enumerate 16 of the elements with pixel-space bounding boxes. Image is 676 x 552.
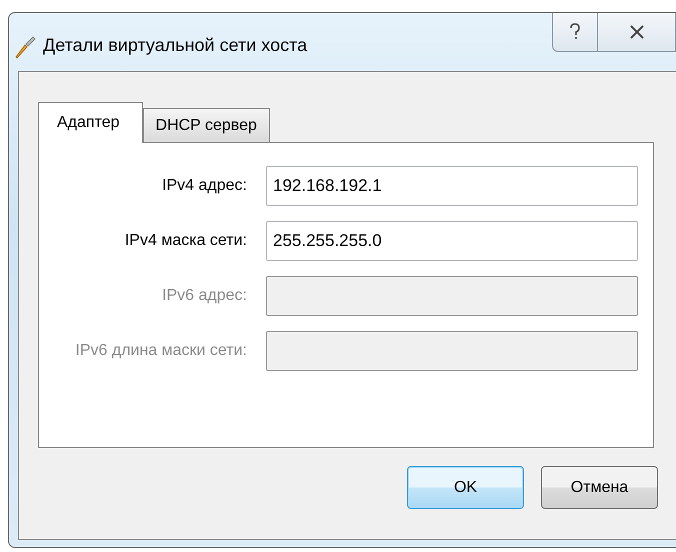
tab[interactable]: DHCP сервер [142,108,270,142]
input-field[interactable]: 255.255.255.0 [266,221,638,261]
dialog-button[interactable]: Отмена [541,466,658,509]
tab[interactable]: Адаптер [38,102,143,143]
help-button[interactable] [552,13,598,52]
field-label: IPv4 адрес: [161,177,247,195]
question-mark-icon [569,22,581,40]
dialog-button[interactable]: OK [407,466,524,509]
field-label: IPv6 адрес: [161,287,247,305]
window-title: Детали виртуальной сети хоста [43,35,308,56]
input-field[interactable]: 192.168.192.1 [266,166,638,206]
field-label: IPv6 длина маски сети: [74,342,247,360]
field-label: IPv4 маска сети: [124,232,247,250]
close-icon [628,24,644,40]
screwdriver-icon [13,35,37,59]
close-button[interactable] [598,13,676,52]
